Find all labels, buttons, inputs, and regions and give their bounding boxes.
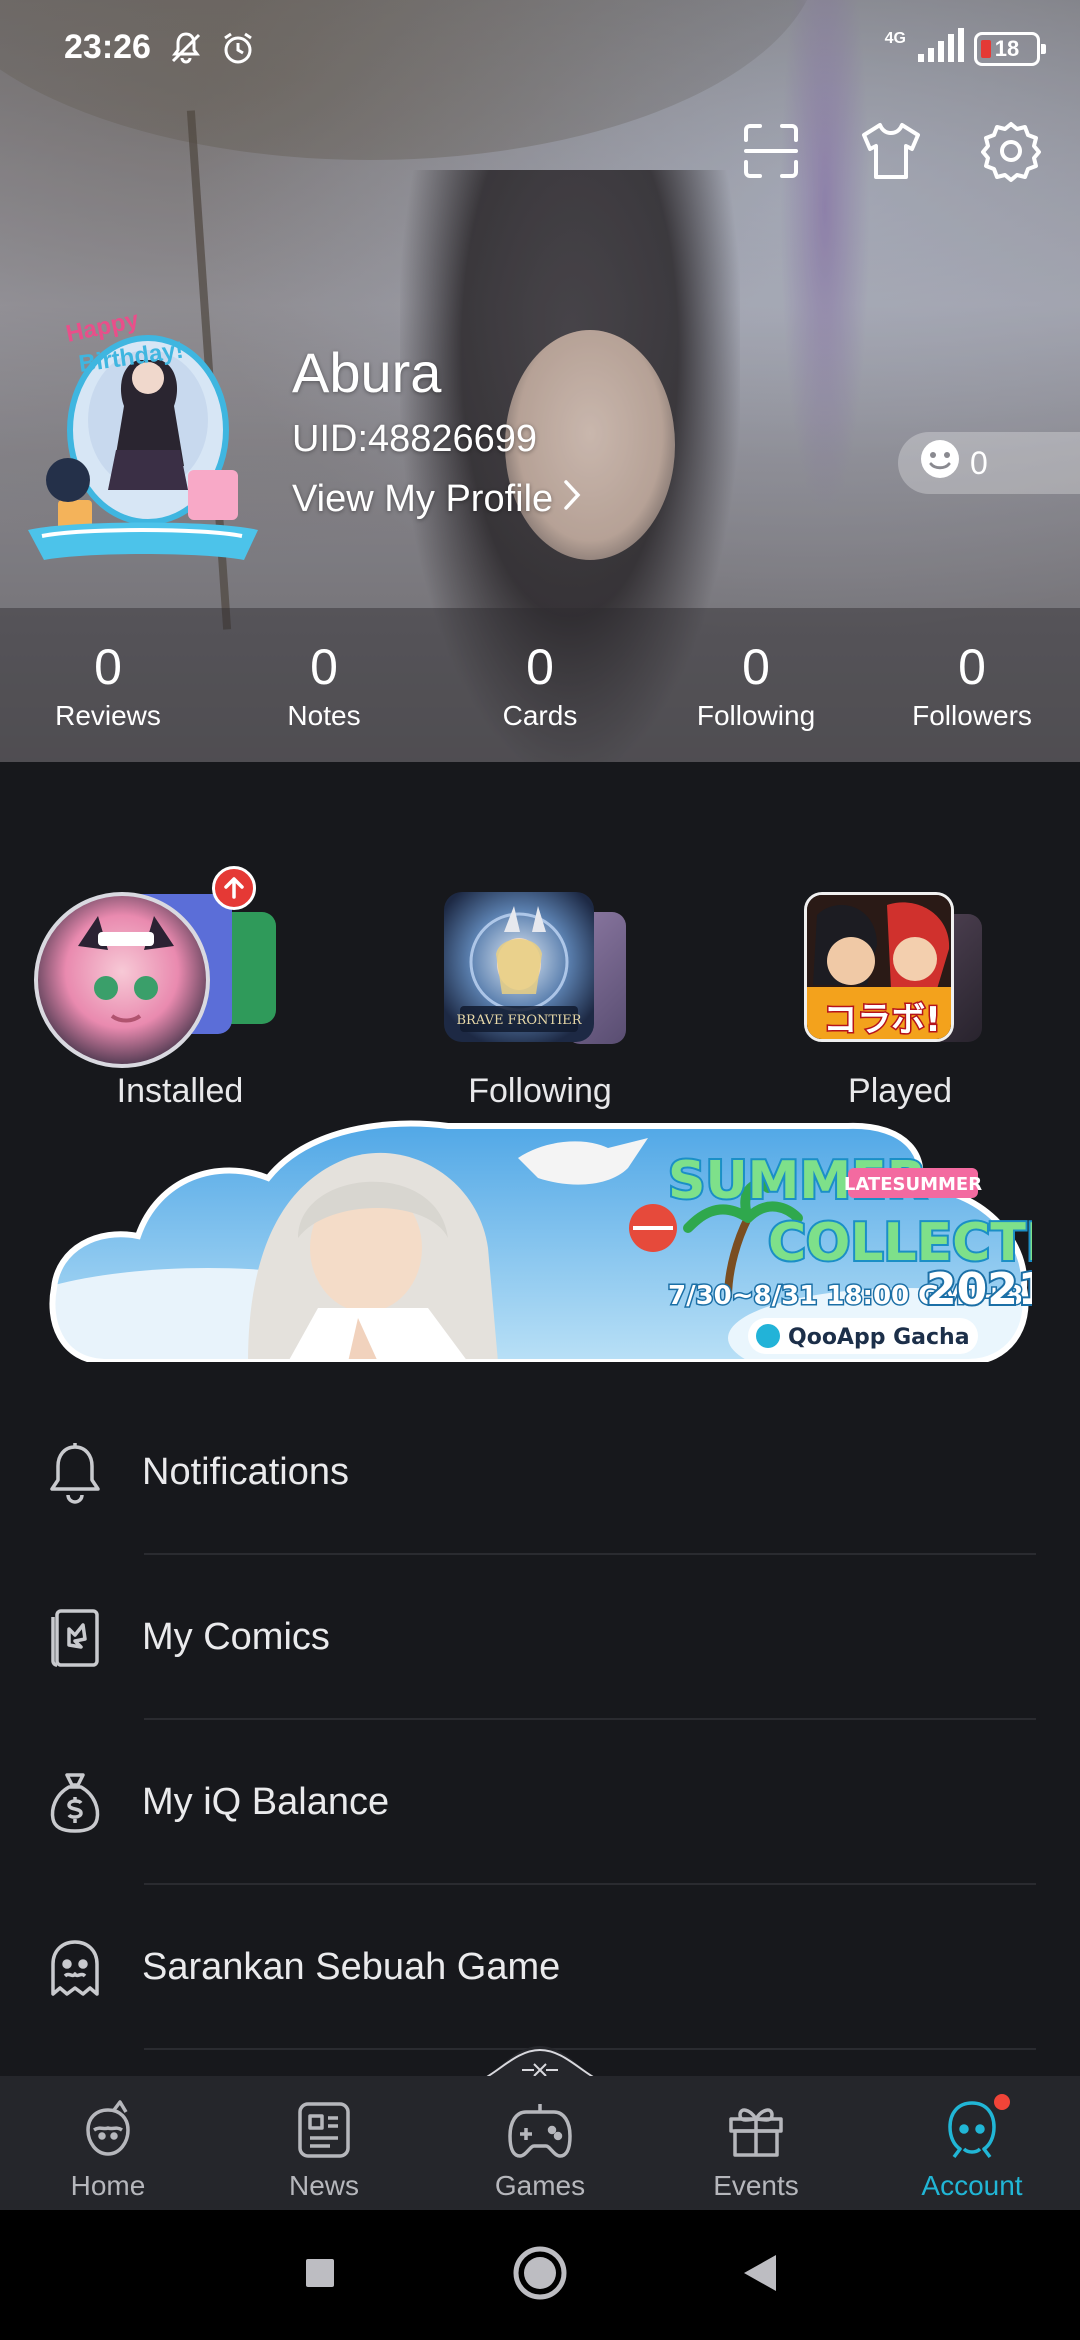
menu-item-notifications[interactable]: Notifications xyxy=(0,1390,1080,1555)
mood-count: 0 xyxy=(970,444,988,481)
view-profile-link[interactable]: View My Profile xyxy=(292,478,581,521)
shortcut-played[interactable]: コラボ! Played xyxy=(720,822,1080,1110)
stat-followers[interactable]: 0 Followers xyxy=(864,608,1080,762)
svg-text:2021: 2021 xyxy=(926,1264,1032,1315)
nav-label: Home xyxy=(70,2170,146,2201)
stat-label: Following xyxy=(696,700,816,731)
nav-label: Games xyxy=(494,2170,586,2201)
menu-item-iq-balance[interactable]: My iQ Balance xyxy=(0,1720,1080,1885)
gift-icon xyxy=(724,2098,788,2162)
home-button[interactable] xyxy=(510,2245,570,2305)
ghost-icon xyxy=(44,1933,106,2003)
profile-name: Abura xyxy=(292,341,442,404)
back-button[interactable] xyxy=(730,2245,790,2305)
menu-item-label: My iQ Balance xyxy=(142,1781,390,1823)
stat-reviews[interactable]: 0 Reviews xyxy=(0,608,216,762)
svg-text:QooApp Gacha: QooApp Gacha xyxy=(788,1325,970,1350)
header-actions xyxy=(740,118,1042,184)
stat-label: Notes xyxy=(287,700,361,731)
shortcut-following[interactable]: BRAVE FRONTIER Following xyxy=(360,822,720,1110)
recents-button[interactable] xyxy=(290,2245,350,2305)
battery-level: 18 xyxy=(994,35,1020,61)
stat-value: 0 xyxy=(742,639,770,695)
network-type: 4G xyxy=(884,29,906,47)
gear-icon[interactable] xyxy=(980,118,1042,184)
nav-label: Account xyxy=(921,2170,1023,2201)
svg-text:BRAVE FRONTIER: BRAVE FRONTIER xyxy=(456,1013,582,1028)
nav-account[interactable]: Account xyxy=(864,2076,1080,2210)
nav-home[interactable]: Home xyxy=(0,2076,216,2210)
menu-item-label: Notifications xyxy=(142,1451,349,1493)
promo-banner[interactable]: SUMMER LATESUMMER COLLECTION 7/30~8/31 1… xyxy=(48,1118,1080,1365)
smiley-icon xyxy=(920,439,960,487)
status-time: 23:26 xyxy=(64,28,151,66)
nav-label: News xyxy=(288,2170,359,2201)
status-bar: 23:26 4G 18 xyxy=(0,0,1080,96)
installed-app-icon xyxy=(34,892,210,1068)
comic-book-icon xyxy=(44,1603,106,1673)
stats-row: 0 Reviews 0 Notes 0 Cards 0 Following 0 … xyxy=(0,608,1080,762)
profile-uid: UID:48826699 xyxy=(292,418,538,460)
stat-cards[interactable]: 0 Cards xyxy=(432,608,648,762)
menu-item-label: My Comics xyxy=(142,1616,330,1658)
square-icon xyxy=(304,2257,336,2294)
stat-label: Followers xyxy=(912,700,1032,731)
svg-text:コラボ!: コラボ! xyxy=(823,1000,941,1040)
menu-item-suggest-game[interactable]: Sarankan Sebuah Game xyxy=(0,1885,1080,2050)
chevron-right-icon xyxy=(563,478,581,521)
nav-events[interactable]: Events xyxy=(648,2076,864,2210)
gamepad-icon xyxy=(508,2098,572,2162)
money-bag-icon xyxy=(44,1768,106,1838)
shortcut-label: Installed xyxy=(116,1072,244,1110)
scan-icon[interactable] xyxy=(740,118,802,184)
stat-value: 0 xyxy=(94,639,122,695)
nav-news[interactable]: News xyxy=(216,2076,432,2210)
notification-dot xyxy=(994,2094,1010,2110)
shortcut-installed[interactable]: Installed xyxy=(0,822,360,1110)
system-nav-bar xyxy=(0,2210,1080,2340)
update-badge-icon xyxy=(212,866,256,910)
nav-games[interactable]: Games xyxy=(432,2076,648,2210)
news-icon xyxy=(292,2098,356,2162)
stat-value: 0 xyxy=(310,639,338,695)
stat-label: Cards xyxy=(502,700,578,731)
played-app-icon: コラボ! xyxy=(804,892,954,1042)
following-app-icon: BRAVE FRONTIER xyxy=(444,892,594,1042)
tshirt-icon[interactable] xyxy=(860,118,922,184)
home-mascot-icon xyxy=(76,2098,140,2162)
account-icon xyxy=(940,2094,1010,2162)
stat-following[interactable]: 0 Following xyxy=(648,608,864,762)
back-triangle-icon xyxy=(742,2253,778,2298)
account-menu: Notifications My Comics My iQ Balance Sa… xyxy=(0,1390,1080,2050)
menu-item-label: Sarankan Sebuah Game xyxy=(142,1946,561,1988)
shortcut-label: Played xyxy=(848,1072,952,1110)
profile-header: 23:26 4G 18 Happy Birthday! Abura UID:48… xyxy=(0,0,1080,762)
alarm-icon xyxy=(220,30,256,71)
view-profile-label: View My Profile xyxy=(292,478,554,520)
stat-notes[interactable]: 0 Notes xyxy=(216,608,432,762)
stat-value: 0 xyxy=(526,639,554,695)
battery-icon: 18 xyxy=(974,31,1046,66)
mute-icon xyxy=(168,30,204,71)
stat-label: Reviews xyxy=(55,700,161,731)
bell-icon xyxy=(44,1438,106,1508)
nav-label: Events xyxy=(713,2170,799,2201)
signal-icon xyxy=(916,28,964,69)
avatar[interactable]: Happy Birthday! xyxy=(28,300,258,570)
mood-button[interactable]: 0 xyxy=(898,432,1080,494)
game-shortcuts: Installed BRAVE FRONTIER Following コラボ! … xyxy=(0,762,1080,1110)
menu-item-my-comics[interactable]: My Comics xyxy=(0,1555,1080,1720)
bottom-nav: Home News Games Events Account xyxy=(0,2076,1080,2210)
circle-icon xyxy=(512,2245,568,2306)
svg-text:LATESUMMER: LATESUMMER xyxy=(844,1174,982,1195)
shortcut-label: Following xyxy=(468,1072,612,1110)
stat-value: 0 xyxy=(958,639,986,695)
